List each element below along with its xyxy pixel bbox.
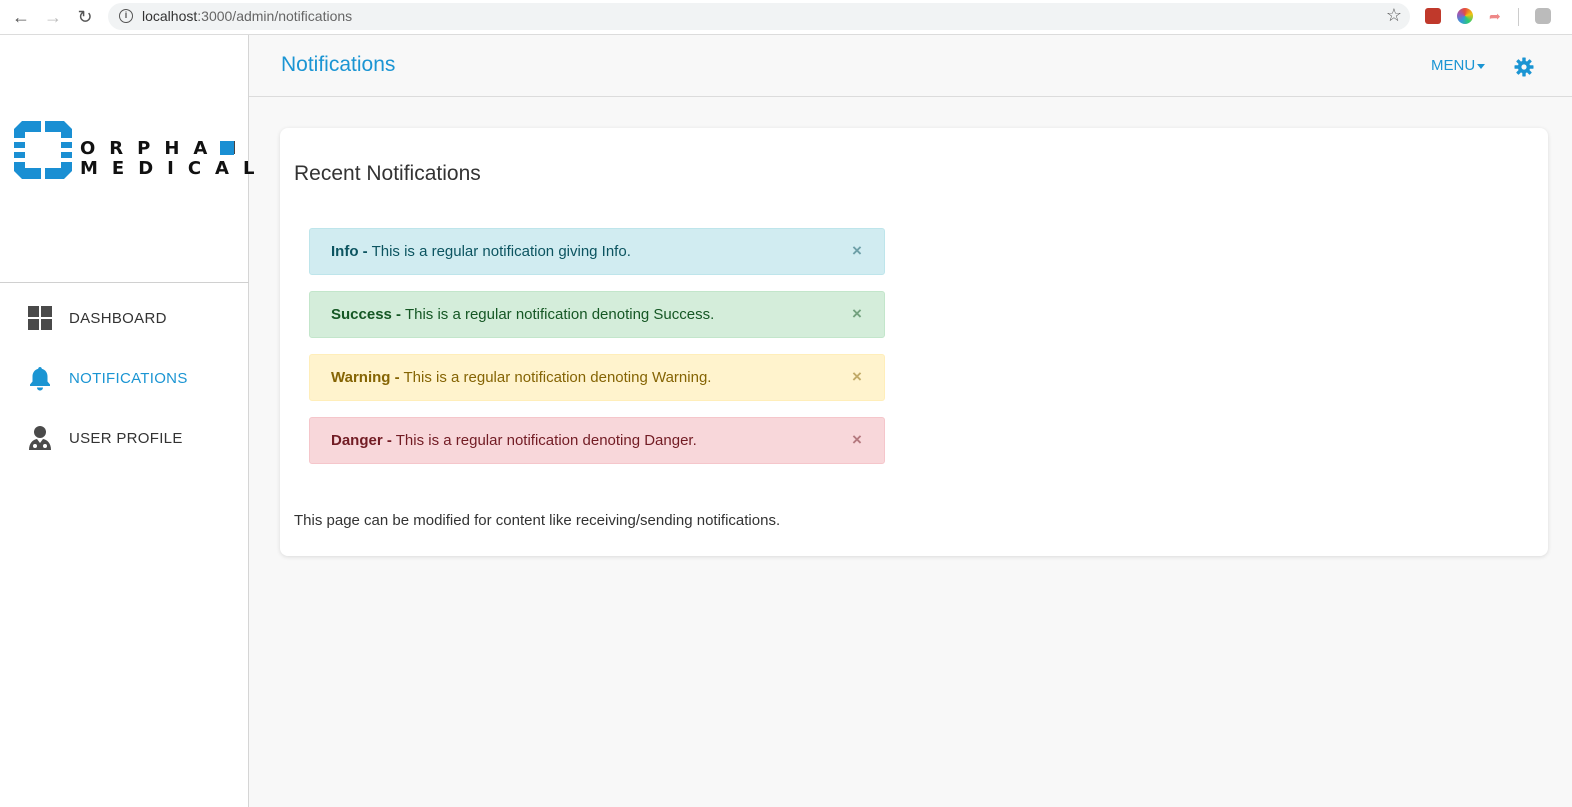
alert-message: This is a regular notification denoting … (395, 432, 697, 449)
page-title: Notifications (281, 53, 396, 76)
menu-dropdown-button[interactable]: MENU (1431, 57, 1486, 74)
alert-text: Info - This is a regular notification gi… (331, 243, 631, 260)
alert-message: This is a regular notification giving In… (371, 243, 631, 260)
logo-line-2: MEDICAL (80, 158, 269, 179)
url-path: :3000/admin/notifications (197, 8, 353, 24)
sidebar-item-notifications[interactable]: NOTIFICATIONS (0, 358, 249, 398)
alert-text: Danger - This is a regular notification … (331, 432, 697, 449)
user-doctor-icon (29, 426, 51, 450)
sidebar-item-label: NOTIFICATIONS (69, 369, 188, 387)
alert-danger: Danger - This is a regular notification … (309, 417, 885, 464)
alert-warning: Warning - This is a regular notification… (309, 354, 885, 401)
site-info-icon[interactable]: i (119, 9, 133, 23)
extension-icon[interactable] (1425, 8, 1441, 24)
alert-label: Success - (331, 306, 402, 323)
close-icon[interactable]: × (850, 368, 864, 386)
card-note: This page can be modified for content li… (294, 512, 781, 529)
alert-message: This is a regular notification denoting … (404, 306, 715, 323)
alert-message: This is a regular notification denoting … (403, 369, 712, 386)
sidebar-item-user-profile[interactable]: USER PROFILE (0, 418, 249, 458)
bell-icon (30, 367, 50, 391)
menu-label: MENU (1431, 57, 1476, 74)
sidebar-item-dashboard[interactable]: DASHBOARD (0, 298, 249, 338)
back-arrow-icon[interactable]: ← (8, 4, 34, 30)
address-bar[interactable]: i localhost:3000/admin/notifications ☆ (108, 3, 1410, 30)
alert-label: Danger - (331, 432, 392, 449)
logo-cross-icon (14, 121, 72, 179)
alert-label: Warning - (331, 369, 400, 386)
notifications-card: Recent Notifications Info - This is a re… (280, 128, 1548, 556)
dashboard-grid-icon (28, 306, 52, 330)
alert-text: Warning - This is a regular notification… (331, 369, 711, 386)
sidebar: ORPHAN MEDICAL DASHBOARD NOTIFICATIONS U… (0, 35, 254, 807)
alert-info: Info - This is a regular notification gi… (309, 228, 885, 275)
alert-success: Success - This is a regular notification… (309, 291, 885, 338)
logo-square (220, 141, 234, 155)
toolbar-divider (1518, 8, 1519, 26)
extension-icon[interactable]: ➦ (1489, 8, 1505, 24)
sidebar-item-label: USER PROFILE (69, 429, 183, 447)
profile-avatar-icon[interactable] (1535, 8, 1551, 24)
bookmark-star-icon[interactable]: ☆ (1386, 5, 1402, 26)
sidebar-divider (0, 282, 249, 283)
url-host: localhost (142, 8, 198, 24)
forward-arrow-icon[interactable]: → (40, 4, 66, 30)
caret-down-icon (1477, 63, 1486, 69)
color-picker-extension-icon[interactable] (1457, 8, 1473, 24)
brand-logo[interactable]: ORPHAN MEDICAL (14, 121, 254, 179)
top-navbar: Notifications MENU (249, 35, 1572, 97)
reload-icon[interactable]: ↻ (72, 4, 98, 30)
card-title: Recent Notifications (294, 162, 481, 185)
sidebar-item-label: DASHBOARD (69, 309, 167, 327)
gear-icon[interactable] (1514, 57, 1534, 77)
address-url[interactable]: localhost:3000/admin/notifications (142, 8, 352, 24)
close-icon[interactable]: × (850, 242, 864, 260)
alert-label: Info - (331, 243, 368, 260)
browser-toolbar: ← → ↻ i localhost:3000/admin/notificatio… (0, 0, 1572, 35)
close-icon[interactable]: × (850, 305, 864, 323)
close-icon[interactable]: × (850, 431, 864, 449)
alert-text: Success - This is a regular notification… (331, 306, 714, 323)
